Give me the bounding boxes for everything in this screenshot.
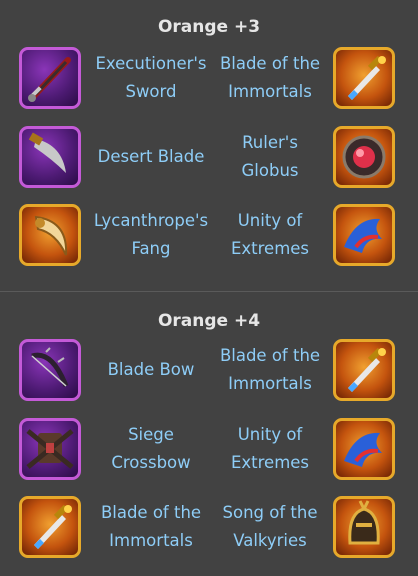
crossbow-icon[interactable] (19, 418, 81, 480)
item-name: Song of the Valkyries (222, 503, 318, 550)
orb-icon[interactable] (333, 126, 395, 188)
item-row: Desert Blade Ruler's Globus (0, 126, 418, 194)
item-row: Blade of the Immortals Song of the Valkyri… (0, 496, 418, 564)
dagger-icon[interactable] (333, 47, 395, 109)
item-name: Blade of the Immortals (100, 503, 202, 550)
dragon-icon[interactable] (333, 418, 395, 480)
item-name: Siege Crossbow (111, 425, 191, 472)
item-row: Blade Bow Blade of the Immortals (0, 339, 418, 407)
item-name: Blade of the Immortals (219, 346, 321, 393)
section-orange-plus-3: Orange +3 Executioner's Sword Blade of th… (0, 0, 418, 291)
section-orange-plus-4: Orange +4 Blade Bow Blade of the Immortal… (0, 292, 418, 576)
helmet-icon[interactable] (333, 496, 395, 558)
item-row: Siege Crossbow Unity of Extremes (0, 418, 418, 486)
item-name: Unity of Extremes (230, 211, 310, 258)
sword-icon[interactable] (19, 47, 81, 109)
item-name: Executioner's Sword (95, 54, 207, 101)
bow-icon[interactable] (19, 339, 81, 401)
dagger-icon[interactable] (333, 339, 395, 401)
section-title: Orange +3 (157, 17, 261, 37)
item-row: Lycanthrope's Fang Unity of Extremes (0, 204, 418, 272)
fang-icon[interactable] (19, 204, 81, 266)
dragon-icon[interactable] (333, 204, 395, 266)
item-name: Unity of Extremes (230, 425, 310, 472)
item-name: Ruler's Globus (241, 133, 299, 180)
item-name: Blade Bow (107, 360, 195, 379)
item-row: Executioner's Sword Blade of the Immortals (0, 47, 418, 115)
item-name: Blade of the Immortals (219, 54, 321, 101)
dagger-icon[interactable] (19, 496, 81, 558)
item-name: Desert Blade (97, 147, 205, 166)
section-title: Orange +4 (157, 311, 261, 331)
curved-blade-icon[interactable] (19, 126, 81, 188)
item-name: Lycanthrope's Fang (93, 211, 209, 258)
